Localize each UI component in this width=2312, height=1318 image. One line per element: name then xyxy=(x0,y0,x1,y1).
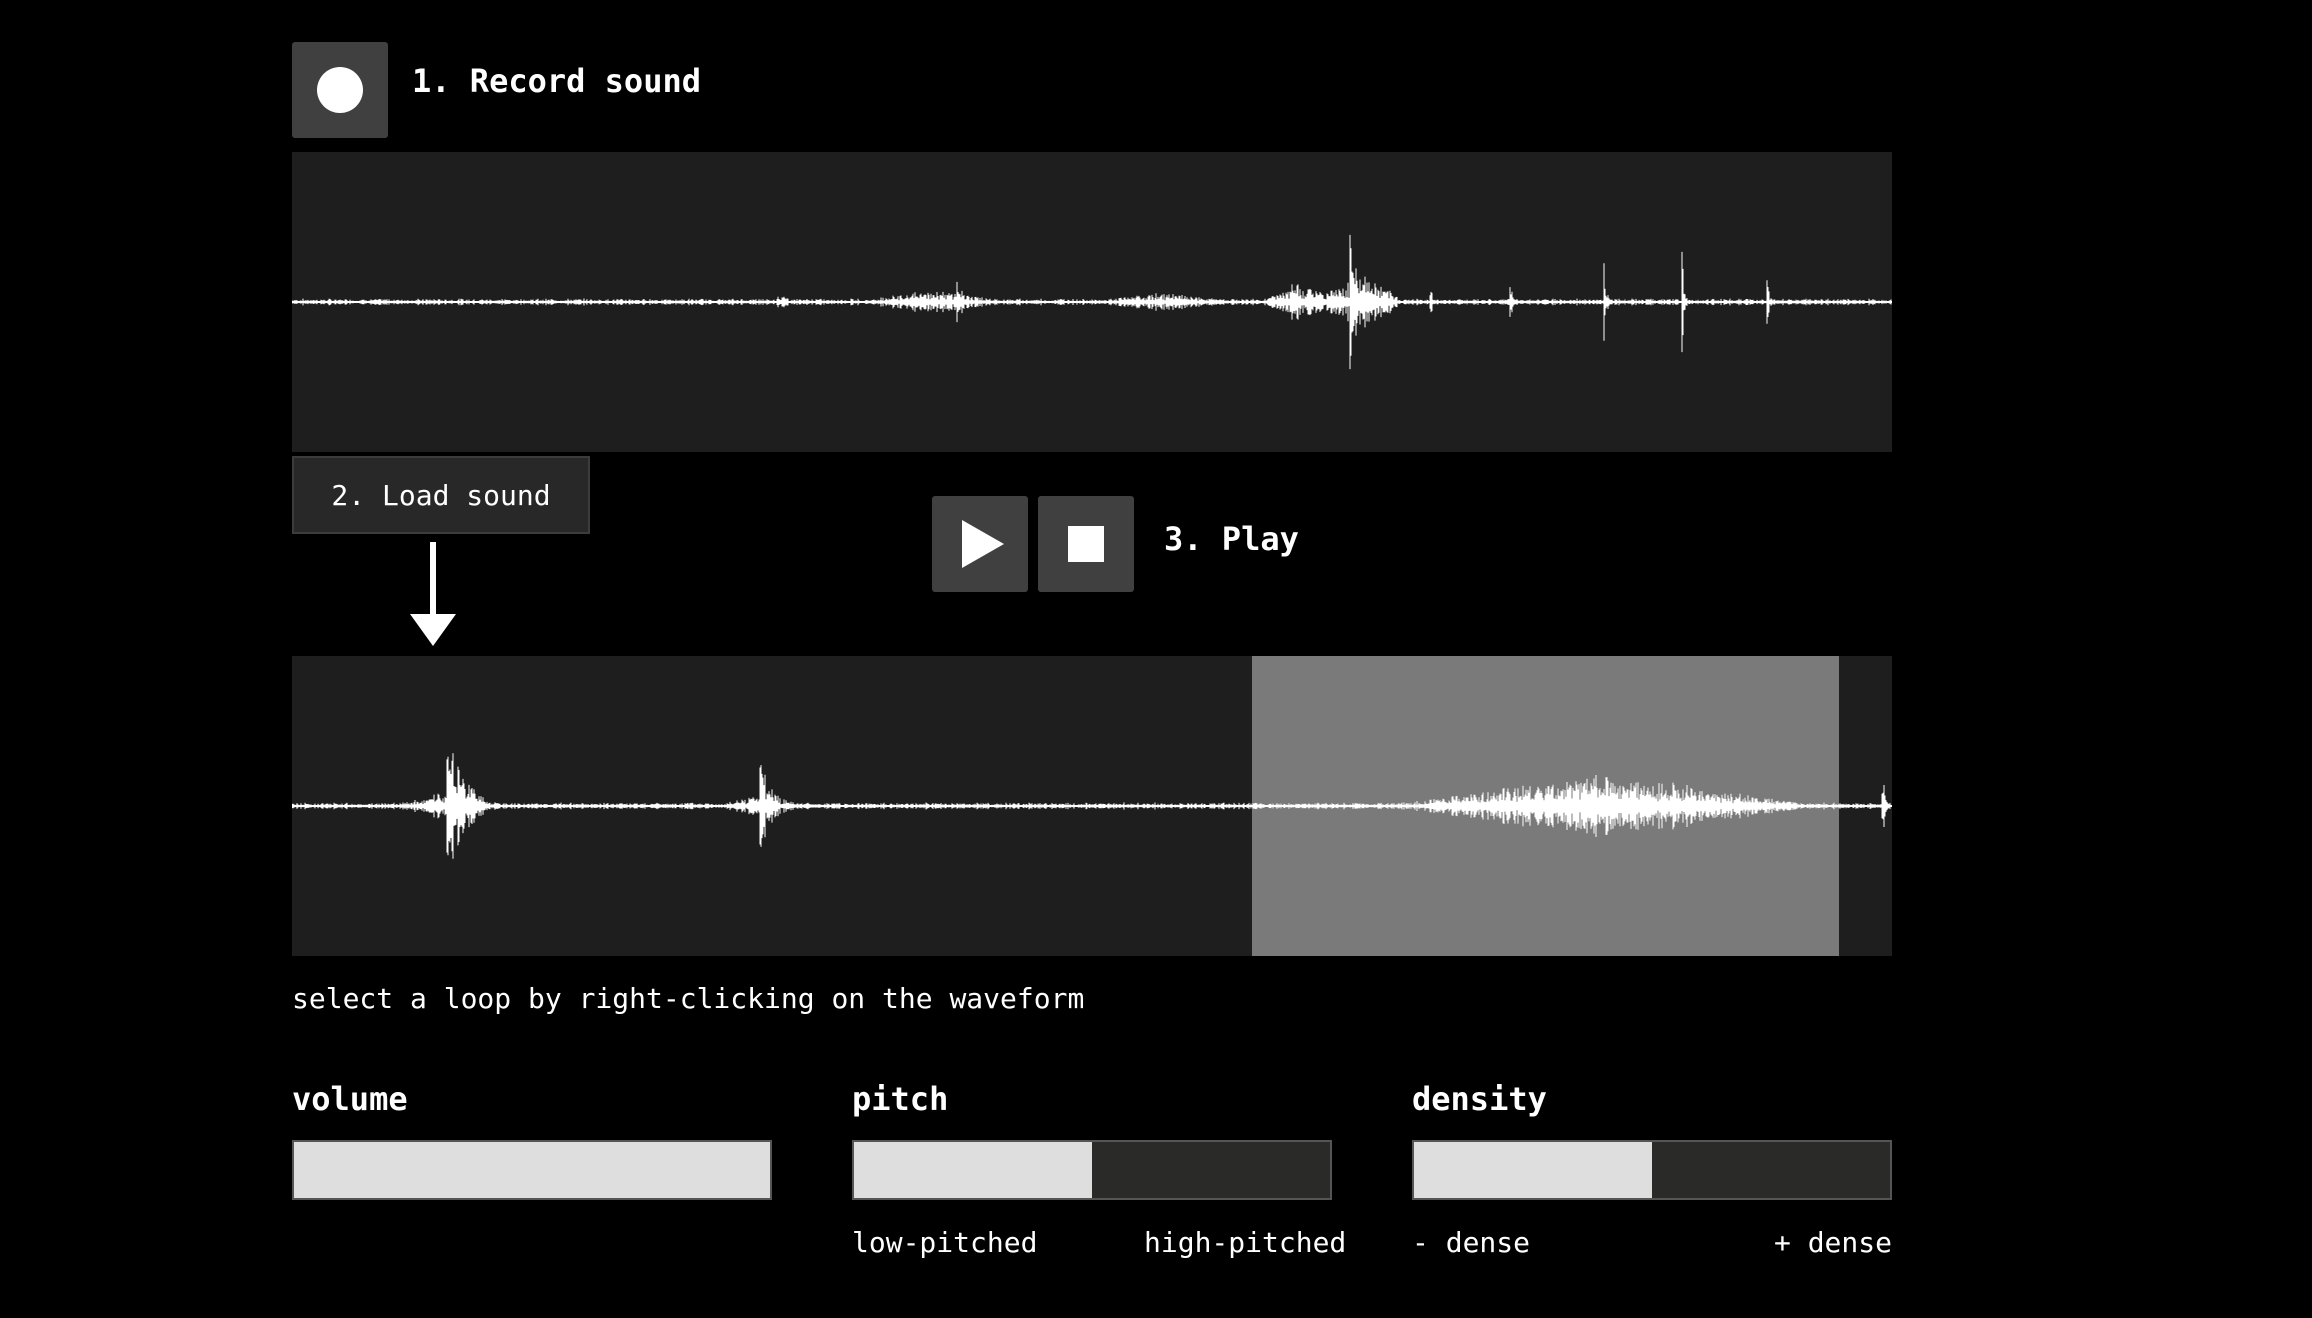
pitch-slider[interactable] xyxy=(852,1140,1332,1200)
pitch-slider-fill xyxy=(854,1142,1092,1198)
pitch-max-label: high-pitched xyxy=(1144,1226,1347,1259)
pitch-label: pitch xyxy=(852,1080,949,1118)
record-button[interactable] xyxy=(292,42,388,138)
loaded-waveform-trace xyxy=(292,753,1892,859)
play-button[interactable] xyxy=(932,496,1028,592)
recorded-waveform-trace xyxy=(292,234,1892,370)
record-label: 1. Record sound xyxy=(412,62,701,100)
volume-slider[interactable] xyxy=(292,1140,772,1200)
granular-sampler-app: 1. Record sound 2. Load sound 3. Play se… xyxy=(0,0,2312,1318)
volume-label: volume xyxy=(292,1080,408,1118)
volume-slider-fill xyxy=(294,1142,770,1198)
pitch-min-label: low-pitched xyxy=(852,1226,1038,1259)
play-label: 3. Play xyxy=(1164,520,1299,558)
density-label: density xyxy=(1412,1080,1547,1118)
play-icon xyxy=(962,520,1004,568)
loop-hint-text: select a loop by right-clicking on the w… xyxy=(292,982,1085,1015)
density-slider[interactable] xyxy=(1412,1140,1892,1200)
record-icon xyxy=(317,67,363,113)
density-slider-fill xyxy=(1414,1142,1652,1198)
load-sound-button[interactable]: 2. Load sound xyxy=(292,456,590,534)
loaded-waveform[interactable] xyxy=(292,656,1892,956)
recorded-waveform[interactable] xyxy=(292,152,1892,452)
density-max-label: + dense xyxy=(1773,1226,1892,1259)
arrow-down-icon xyxy=(408,542,458,648)
stop-icon xyxy=(1068,526,1104,562)
density-min-label: - dense xyxy=(1412,1226,1531,1259)
stop-button[interactable] xyxy=(1038,496,1134,592)
